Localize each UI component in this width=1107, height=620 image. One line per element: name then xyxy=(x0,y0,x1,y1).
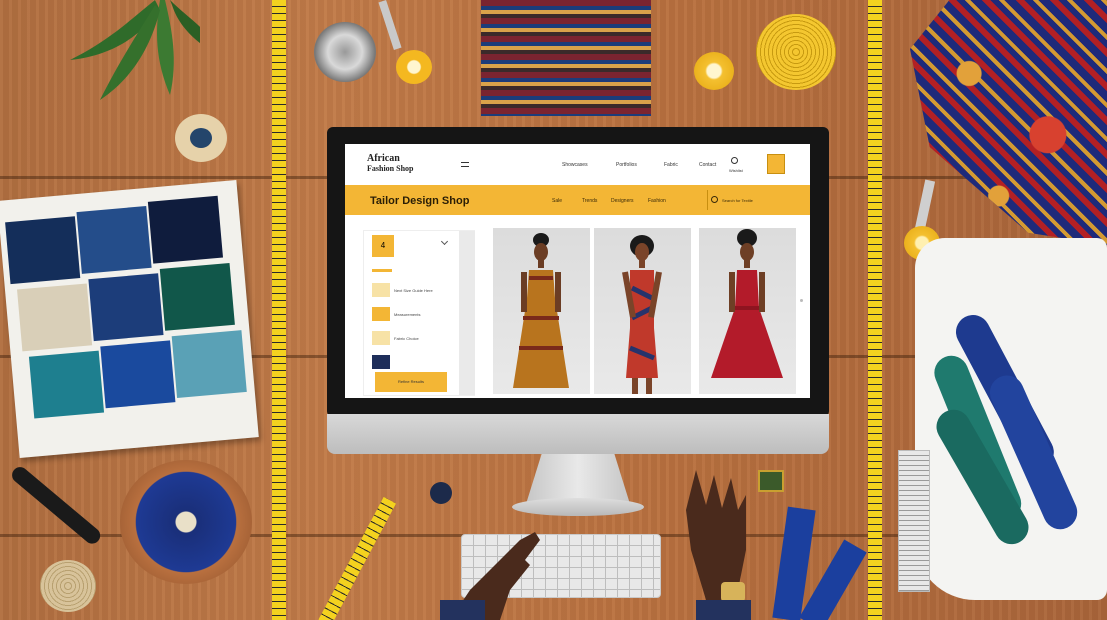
swatch-green xyxy=(159,262,235,331)
search-input[interactable]: Search for Textile xyxy=(722,198,753,203)
measuring-tape-roll xyxy=(756,14,836,90)
menu-icon[interactable] xyxy=(461,162,469,167)
striped-fabric xyxy=(481,0,651,116)
monitor-base xyxy=(512,498,644,516)
swatch-beige xyxy=(17,283,93,352)
product-card-1[interactable] xyxy=(493,228,590,394)
tape-roll xyxy=(396,50,432,84)
tape-roll-small xyxy=(694,52,734,90)
nav-wishlist-label[interactable]: Wishlist xyxy=(729,168,743,173)
page-title: Tailor Design Shop xyxy=(370,195,470,207)
hero-link-designers[interactable]: Designers xyxy=(611,198,634,204)
swatch-dark-navy xyxy=(147,195,224,264)
swatch-teal xyxy=(28,350,105,419)
model-dress-2 xyxy=(622,235,662,394)
swatch-sky xyxy=(171,330,247,399)
site-logo[interactable]: African Fashion Shop xyxy=(367,154,413,174)
hero-bar: Tailor Design Shop Sale Trends Designers… xyxy=(345,185,810,215)
measuring-tape-right xyxy=(868,0,882,620)
filter-row-size-guide[interactable]: Next Size Guide Here xyxy=(394,288,433,293)
monitor-stand xyxy=(526,454,630,504)
monitor-chin xyxy=(327,414,829,454)
swatch-blue xyxy=(76,205,152,274)
size-select[interactable]: 4 xyxy=(372,235,394,257)
color-swatch-card xyxy=(0,180,259,458)
swatch-royal xyxy=(88,273,164,342)
thread-spool xyxy=(175,114,227,162)
search-box[interactable]: Search for Textile xyxy=(707,190,807,210)
left-hand xyxy=(440,532,540,620)
filter-chip[interactable] xyxy=(372,283,390,297)
filter-chip[interactable] xyxy=(372,307,390,321)
nav-item-portfolios[interactable]: Portfolios xyxy=(616,162,637,168)
swatch-cobalt xyxy=(100,340,176,409)
measuring-tape-left xyxy=(272,0,286,620)
thread-cone xyxy=(120,460,252,584)
refine-button[interactable]: Refine Results xyxy=(375,372,447,392)
hero-link-trends[interactable]: Trends xyxy=(582,198,597,204)
pin-head xyxy=(430,482,452,504)
product-card-2[interactable] xyxy=(594,228,691,394)
ruler-icon xyxy=(898,450,930,592)
website-screen: African Fashion Shop Showcases Portfolio… xyxy=(345,144,810,398)
nav-item-contact[interactable]: Contact xyxy=(699,162,716,168)
carousel-next-icon[interactable] xyxy=(800,299,803,302)
chevron-down-icon[interactable] xyxy=(440,237,449,246)
size-indicator xyxy=(372,269,392,272)
model-dress-1 xyxy=(513,233,569,388)
user-icon[interactable] xyxy=(731,157,738,164)
hero-link-sale[interactable]: Sale xyxy=(552,198,562,204)
spool-small xyxy=(40,560,96,612)
model-dress-3 xyxy=(711,229,783,378)
filter-row-fabric[interactable]: Fabric Choice xyxy=(394,336,419,341)
nav-item-fabric[interactable]: Fabric xyxy=(664,162,678,168)
swatch-navy xyxy=(5,216,81,285)
nav-item-showcases[interactable]: Showcases xyxy=(562,162,588,168)
scrollbar[interactable] xyxy=(459,231,475,395)
size-select-value: 4 xyxy=(380,241,386,250)
cart-icon[interactable] xyxy=(767,154,785,174)
site-header: African Fashion Shop Showcases Portfolio… xyxy=(345,144,810,184)
filter-row-measurements[interactable]: Measurements xyxy=(394,312,420,317)
filter-chip[interactable] xyxy=(372,331,390,345)
color-chip-navy[interactable] xyxy=(372,355,390,369)
product-card-3[interactable] xyxy=(699,228,796,394)
plant-icon xyxy=(70,0,200,100)
search-icon[interactable] xyxy=(711,196,718,203)
right-hand xyxy=(686,470,751,620)
hero-link-fashion[interactable]: Fashion xyxy=(648,198,666,204)
bobbin-icon xyxy=(314,22,376,82)
